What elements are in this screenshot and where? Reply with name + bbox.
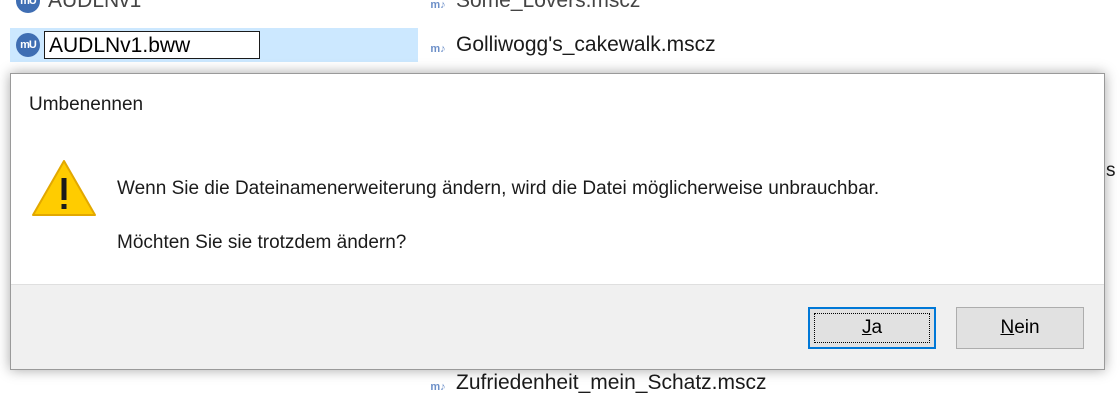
no-button-label: Nein	[1000, 317, 1039, 339]
yes-button[interactable]: Ja	[808, 307, 936, 349]
file-row-clipped-right[interactable]: m♪ Some_Lovers.mscz	[430, 0, 640, 18]
mnemonic-n: N	[1000, 317, 1015, 338]
file-name: Golliwogg's_cakewalk.mscz	[456, 33, 716, 56]
file-row-clipped[interactable]: mU AUDLNv1	[10, 0, 418, 18]
rename-dialog: Umbenennen Wenn Sie die Dateinamenerweit…	[10, 73, 1105, 370]
no-label-rest: ein	[1014, 317, 1040, 338]
file-name: Some_Lovers.mscz	[456, 0, 641, 12]
file-row-selected[interactable]: mU AUDLNv1.bww	[10, 28, 418, 62]
file-row[interactable]: m♪ Golliwogg's_cakewalk.mscz	[430, 28, 716, 62]
file-name: Zufriedenheit_mein_Schatz.mscz	[456, 371, 767, 394]
musescore-file-icon: m♪	[430, 43, 446, 55]
dialog-question: Möchten Sie sie trotzdem ändern?	[117, 232, 407, 253]
musescore-icon: mU	[16, 33, 40, 57]
musescore-icon: mU	[16, 0, 40, 13]
musescore-file-icon: m♪	[430, 0, 446, 11]
focus-rectangle	[814, 313, 930, 343]
file-row[interactable]: m♪ Zufriedenheit_mein_Schatz.mscz	[430, 366, 766, 400]
no-button[interactable]: Nein	[956, 307, 1084, 349]
musescore-file-icon: m♪	[430, 381, 446, 393]
dialog-button-bar: Ja Nein	[11, 284, 1104, 369]
file-name: AUDLNv1	[48, 0, 142, 12]
warning-icon	[32, 160, 96, 216]
dialog-title: Umbenennen	[29, 94, 144, 115]
dialog-message: Wenn Sie die Dateinamenerweiterung änder…	[117, 178, 880, 199]
clipped-text-fragment: s	[1106, 160, 1116, 181]
rename-input[interactable]: AUDLNv1.bww	[44, 31, 260, 59]
